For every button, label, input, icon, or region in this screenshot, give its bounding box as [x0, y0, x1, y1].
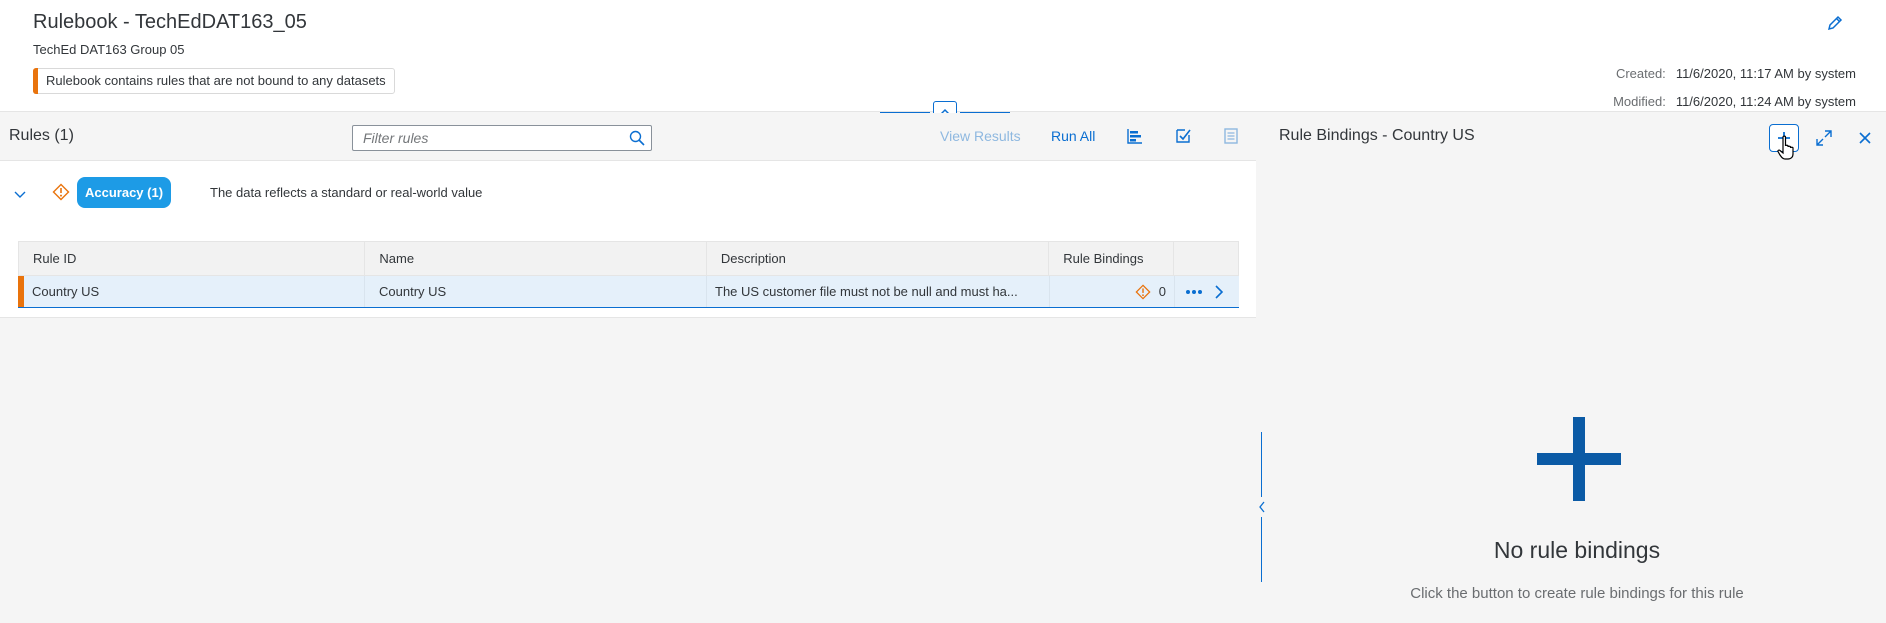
chevron-right-icon[interactable]	[1213, 284, 1225, 300]
column-header-description[interactable]: Description	[707, 242, 1050, 275]
page-subtitle: TechEd DAT163 Group 05	[33, 42, 185, 57]
edit-button[interactable]	[1824, 12, 1846, 34]
row-actions	[1175, 276, 1239, 307]
rule-bindings-panel: Rule Bindings - Country US No rule bindi…	[1268, 113, 1886, 623]
empty-state-title: No rule bindings	[1493, 537, 1661, 563]
bindings-count: 0	[1158, 284, 1166, 299]
modified-info: Modified: 11/6/2020, 11:24 AM by system	[1600, 94, 1856, 109]
table-header: Rule ID Name Description Rule Bindings	[18, 241, 1239, 276]
splitter-collapse-button[interactable]	[1256, 497, 1268, 517]
cell-rule-bindings: 0	[1050, 276, 1175, 307]
cell-name: Country US	[365, 276, 707, 307]
run-all-button[interactable]: Run All	[1051, 128, 1095, 144]
chart-button[interactable]	[1124, 125, 1146, 147]
close-panel-button[interactable]	[1854, 127, 1876, 149]
cell-rule-id: Country US	[18, 276, 365, 307]
rules-title: Rules (1)	[9, 127, 74, 144]
warning-diamond-icon	[1135, 283, 1151, 300]
column-header-rule-id[interactable]: Rule ID	[19, 242, 366, 275]
search-icon[interactable]	[629, 130, 645, 146]
rule-bindings-title: Rule Bindings - Country US	[1279, 127, 1475, 144]
warning-diamond-icon	[52, 183, 70, 201]
large-plus-icon	[1537, 417, 1621, 501]
empty-state-description: Click the button to create rule bindings…	[1410, 585, 1744, 602]
created-value: 11/6/2020, 11:17 AM by system	[1675, 66, 1856, 81]
validate-button[interactable]	[1172, 125, 1194, 147]
created-label: Created:	[1615, 66, 1666, 81]
checklist-icon	[1176, 129, 1191, 143]
hand-pointer-icon	[1777, 135, 1794, 160]
rules-table: Rule ID Name Description Rule Bindings C…	[18, 241, 1239, 308]
chevron-down-icon[interactable]	[12, 186, 28, 202]
bar-chart-icon	[1127, 129, 1142, 144]
filter-rules-input[interactable]	[353, 126, 613, 150]
column-header-name[interactable]: Name	[365, 242, 707, 275]
view-results-button[interactable]: View Results	[940, 128, 1021, 144]
cell-description: The US customer file must not be null an…	[707, 276, 1050, 307]
column-header-actions	[1174, 242, 1238, 275]
report-icon	[1224, 128, 1238, 144]
rules-panel: Rules (1) View Results Run All	[0, 113, 1256, 623]
unbound-rules-warning: Rulebook contains rules that are not bou…	[33, 68, 395, 94]
pencil-icon	[1827, 15, 1843, 31]
table-row[interactable]: Country US Country US The US customer fi…	[18, 276, 1239, 308]
filter-rules-field[interactable]	[352, 125, 652, 151]
page-title: Rulebook - TechEdDAT163_05	[33, 11, 307, 33]
column-header-rule-bindings[interactable]: Rule Bindings	[1049, 242, 1175, 275]
modified-value: 11/6/2020, 11:24 AM by system	[1675, 94, 1856, 109]
accuracy-category-badge[interactable]: Accuracy (1)	[77, 177, 172, 208]
close-icon	[1859, 132, 1871, 144]
page-header: Rulebook - TechEdDAT163_05 TechEd DAT163…	[0, 0, 1886, 112]
chevron-left-icon	[1259, 501, 1265, 513]
category-description: The data reflects a standard or real-wor…	[210, 185, 483, 200]
more-options-icon[interactable]	[1185, 289, 1203, 295]
rules-toolbar: Rules (1) View Results Run All	[0, 113, 1256, 161]
modified-label: Modified:	[1613, 94, 1666, 109]
created-info: Created: 11/6/2020, 11:17 AM by system	[1600, 66, 1856, 81]
expand-icon	[1816, 130, 1832, 146]
accuracy-category-card: Accuracy (1) The data reflects a standar…	[0, 161, 1256, 318]
report-button[interactable]	[1220, 125, 1242, 147]
fullscreen-button[interactable]	[1813, 127, 1835, 149]
